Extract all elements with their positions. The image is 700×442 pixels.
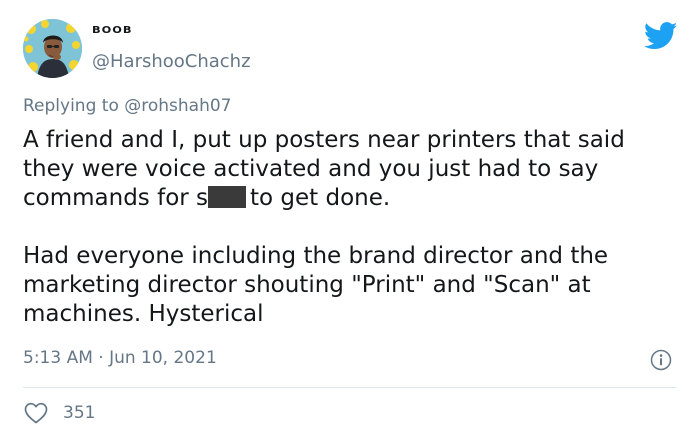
avatar-image xyxy=(23,19,82,78)
tweet-body: A friend and I, put up posters near prin… xyxy=(23,126,683,329)
tweet-text-part-2: to get done. xyxy=(250,185,391,211)
divider xyxy=(23,387,677,388)
like-count: 351 xyxy=(63,403,96,423)
tweet-paragraph-1: A friend and I, put up posters near prin… xyxy=(23,126,683,213)
avatar[interactable] xyxy=(23,19,82,78)
replying-prefix: Replying to xyxy=(23,96,125,116)
tweet-card: ᴮᴼᴼᴮ @HarshooChachz Replying to @rohshah… xyxy=(0,0,700,442)
display-name[interactable]: ᴮᴼᴼᴮ xyxy=(92,23,133,44)
heart-icon xyxy=(24,402,48,424)
censor-bar xyxy=(208,186,247,208)
replying-handle-link[interactable]: @rohshah07 xyxy=(124,96,231,116)
replying-to-line: Replying to @rohshah07 xyxy=(23,96,232,116)
info-icon[interactable] xyxy=(650,349,672,371)
twitter-bird-icon[interactable] xyxy=(644,22,678,50)
user-handle[interactable]: @HarshooChachz xyxy=(92,51,251,72)
tweet-timestamp[interactable]: 5:13 AM · Jun 10, 2021 xyxy=(23,348,217,368)
tweet-paragraph-2: Had everyone including the brand directo… xyxy=(23,243,609,327)
like-button[interactable]: 351 xyxy=(24,401,95,425)
